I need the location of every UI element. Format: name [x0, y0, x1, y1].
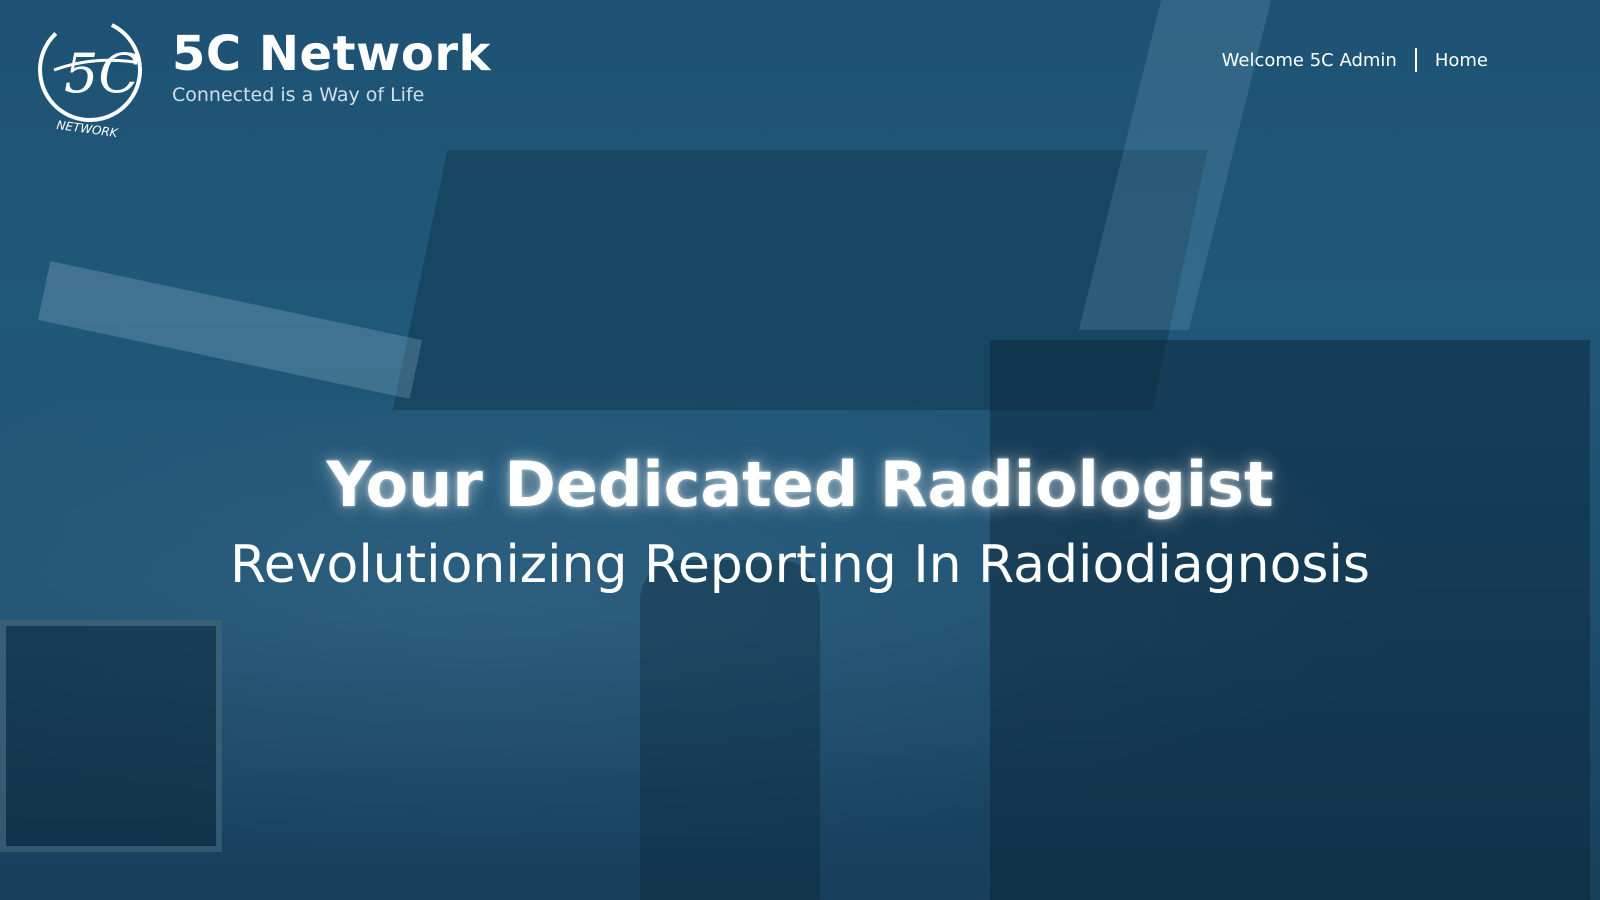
welcome-text: Welcome 5C Admin: [1221, 49, 1397, 71]
hero-title: Your Dedicated Radiologist: [326, 448, 1274, 521]
brand-logo[interactable]: 5C NETWORK: [34, 12, 149, 140]
brand-name[interactable]: 5C Network: [172, 26, 491, 82]
hero-background: 5C NETWORK 5C Network Connected is a Way…: [0, 0, 1600, 900]
hero-section: Your Dedicated Radiologist Revolutionizi…: [0, 448, 1600, 595]
logo-network-text: NETWORK: [56, 118, 120, 140]
brand-tagline: Connected is a Way of Life: [172, 84, 425, 106]
background-equipment: [640, 560, 820, 900]
top-nav: Welcome 5C Admin Home: [1222, 48, 1488, 72]
background-light: [37, 261, 423, 399]
hero-subtitle: Revolutionizing Reporting In Radiodiagno…: [229, 535, 1371, 595]
background-cabinet: [990, 340, 1590, 900]
nav-divider: [1414, 48, 1417, 72]
home-link[interactable]: Home: [1435, 50, 1488, 71]
background-panel: [0, 620, 222, 852]
logo-mark: 5C: [64, 42, 140, 105]
